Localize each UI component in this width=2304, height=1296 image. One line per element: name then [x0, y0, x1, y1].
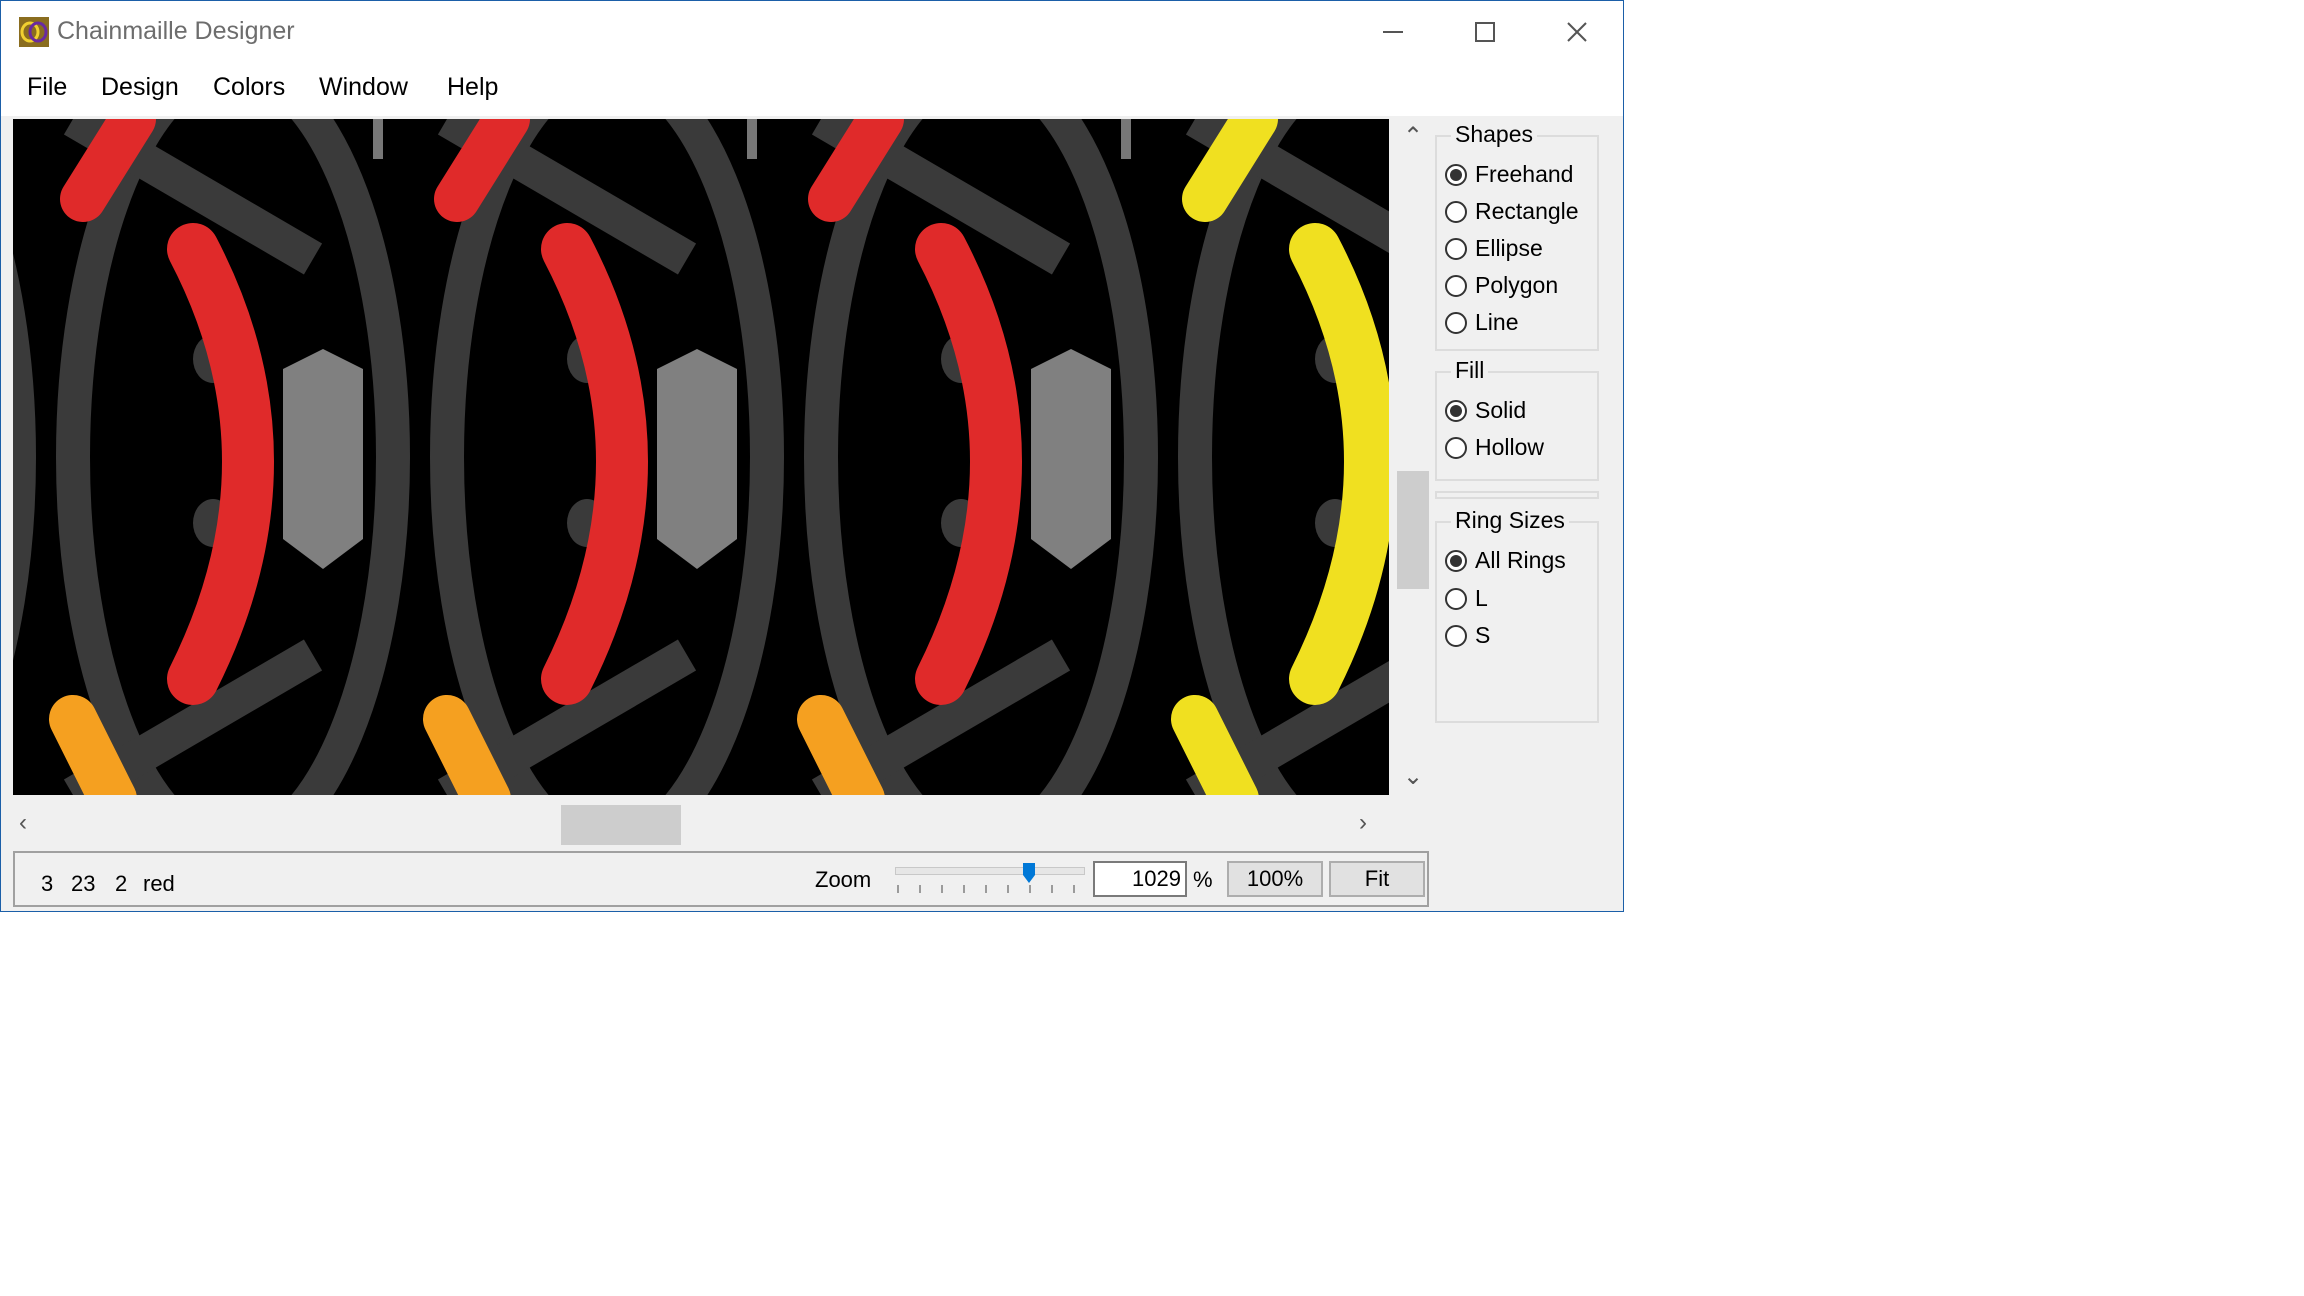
horizontal-scroll-thumb[interactable] — [561, 805, 681, 845]
maximize-button[interactable] — [1439, 1, 1531, 63]
shapes-group: Shapes Freehand Rectangle Ellipse Polygo… — [1435, 121, 1599, 351]
zoom-fit-button[interactable]: Fit — [1329, 861, 1425, 897]
slider-tick — [963, 885, 965, 893]
slider-tick — [1029, 885, 1031, 893]
radio-solid[interactable]: Solid — [1445, 397, 1526, 424]
radio-selected-icon — [1445, 549, 1467, 572]
radio-icon — [1445, 274, 1467, 297]
radio-all-rings[interactable]: All Rings — [1445, 547, 1566, 574]
window-title: Chainmaille Designer — [57, 17, 295, 45]
chainmaille-pattern — [13, 119, 1389, 795]
status-col3: 2 — [115, 871, 128, 896]
status-bar: 3 23 2 red Zoom 1029 % 100% Fit — [13, 851, 1429, 907]
ring-sizes-group-title: Ring Sizes — [1451, 507, 1569, 534]
menu-file[interactable]: File — [27, 73, 67, 102]
grey-link — [747, 119, 757, 159]
radio-icon — [1445, 624, 1467, 647]
scroll-left-icon[interactable]: ‹ — [19, 811, 27, 835]
title-bar: Chainmaille Designer — [1, 1, 1623, 63]
status-color: red — [143, 871, 175, 896]
status-col1: 3 — [41, 871, 54, 896]
status-col2: 23 — [71, 871, 96, 896]
slider-tick — [919, 885, 921, 893]
minimize-icon — [1383, 31, 1403, 33]
radio-ring-l[interactable]: L — [1445, 585, 1488, 612]
vertical-scrollbar[interactable]: ⌃ ⌄ — [1395, 119, 1431, 795]
radio-label: Solid — [1475, 397, 1527, 423]
grey-ring — [657, 349, 737, 569]
shapes-group-title: Shapes — [1451, 121, 1538, 148]
tool-panel: Shapes Freehand Rectangle Ellipse Polygo… — [1433, 119, 1621, 799]
app-logo-icon — [19, 17, 49, 47]
grey-link — [373, 119, 383, 159]
zoom-slider[interactable] — [895, 867, 1085, 875]
menu-colors[interactable]: Colors — [213, 73, 285, 102]
radio-icon — [1445, 436, 1467, 459]
radio-icon — [1445, 237, 1467, 260]
radio-rectangle[interactable]: Rectangle — [1445, 198, 1579, 225]
radio-ellipse[interactable]: Ellipse — [1445, 235, 1543, 262]
radio-label: Freehand — [1475, 161, 1574, 187]
fill-group-title: Fill — [1451, 357, 1489, 384]
scroll-right-icon[interactable]: › — [1359, 811, 1367, 835]
zoom-label: Zoom — [815, 867, 872, 892]
slider-tick — [1051, 885, 1053, 893]
slider-tick — [941, 885, 943, 893]
radio-icon — [1445, 311, 1467, 334]
maximize-icon — [1475, 22, 1495, 42]
close-icon — [1567, 22, 1587, 42]
zoom-100-button[interactable]: 100% — [1227, 861, 1323, 897]
close-button[interactable] — [1531, 1, 1623, 63]
radio-freehand[interactable]: Freehand — [1445, 161, 1573, 188]
radio-label: L — [1475, 585, 1488, 611]
scroll-up-icon[interactable]: ⌃ — [1403, 125, 1423, 149]
radio-label: S — [1475, 622, 1491, 648]
slider-tick — [897, 885, 899, 893]
minimize-button[interactable] — [1347, 1, 1439, 63]
radio-selected-icon — [1445, 399, 1467, 422]
radio-ring-s[interactable]: S — [1445, 622, 1490, 649]
zoom-input[interactable]: 1029 — [1093, 861, 1187, 897]
radio-line[interactable]: Line — [1445, 309, 1518, 336]
app-window: Chainmaille Designer File Design Colors … — [0, 0, 1624, 912]
grey-ring — [283, 349, 363, 569]
slider-tick — [1073, 885, 1075, 893]
radio-label: Ellipse — [1475, 235, 1543, 261]
radio-polygon[interactable]: Polygon — [1445, 272, 1558, 299]
radio-icon — [1445, 587, 1467, 610]
radio-label: Rectangle — [1475, 198, 1579, 224]
radio-icon — [1445, 200, 1467, 223]
design-canvas[interactable] — [13, 119, 1389, 795]
radio-label: All Rings — [1475, 547, 1566, 573]
panel-divider — [1435, 491, 1599, 499]
radio-label: Hollow — [1475, 434, 1545, 460]
slider-tick — [1007, 885, 1009, 893]
fill-group: Fill Solid Hollow — [1435, 357, 1599, 481]
radio-hollow[interactable]: Hollow — [1445, 434, 1544, 461]
vertical-scroll-thumb[interactable] — [1397, 471, 1429, 589]
radio-selected-icon — [1445, 163, 1467, 186]
zoom-unit: % — [1193, 867, 1213, 892]
scroll-down-icon[interactable]: ⌄ — [1403, 765, 1423, 789]
radio-label: Line — [1475, 309, 1519, 335]
horizontal-scrollbar[interactable]: ‹ › — [13, 803, 1389, 847]
zoom-slider-thumb[interactable] — [1023, 863, 1035, 883]
radio-label: Polygon — [1475, 272, 1559, 298]
ring-sizes-group: Ring Sizes All Rings L S — [1435, 507, 1599, 723]
menu-help[interactable]: Help — [447, 73, 498, 102]
slider-tick — [985, 885, 987, 893]
grey-ring — [1031, 349, 1111, 569]
menu-window[interactable]: Window — [319, 73, 408, 102]
menu-design[interactable]: Design — [101, 73, 179, 102]
grey-link — [1121, 119, 1131, 159]
menu-bar: File Design Colors Window Help — [1, 63, 1623, 116]
